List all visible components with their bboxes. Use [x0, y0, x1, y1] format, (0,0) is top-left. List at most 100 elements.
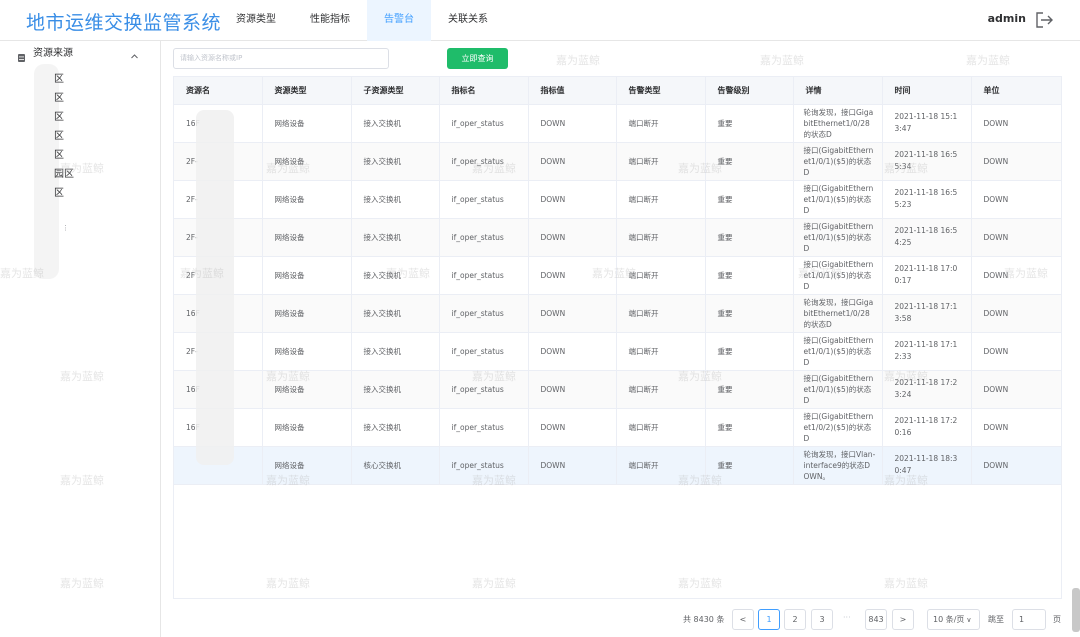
cell-detail: 接口(GigabitEthernet1/0/1)($5)的状态D	[793, 218, 883, 257]
nav-item-alarm-console[interactable]: 告警台	[367, 0, 431, 41]
table-row[interactable]: 16F 网络设备 接入交换机 if_oper_status DOWN 端口断开 重要 轮询发现…	[174, 104, 1062, 143]
cell-unit: DOWN	[971, 256, 1062, 295]
table-row[interactable]: 2F- 网络设备 接入交换机 if_oper_status DOWN 端口断开 重要 接口(G…	[174, 180, 1062, 219]
search-button[interactable]: 立即查询	[447, 48, 508, 69]
cell-sub-resource-type: 接入交换机	[351, 142, 440, 181]
cell-detail: 轮询发现，接口GigabitEthernet1/0/28的状态D	[793, 294, 883, 333]
table-row[interactable]: 16F 网络设备 接入交换机 if_oper_status DOWN 端口断开 重要 接口(G…	[174, 370, 1062, 409]
column-header: 指标名	[439, 77, 529, 105]
cell-time: 2021-11-18 16:54:25	[882, 218, 972, 257]
table-row[interactable]: 网络设备 核心交换机 if_oper_status DOWN 端口断开 重要 轮询发现，接口…	[174, 446, 1062, 485]
page-button-2[interactable]: 2	[784, 609, 806, 630]
logout-icon[interactable]	[1035, 11, 1055, 29]
cell-alarm-type: 端口断开	[616, 294, 706, 333]
cell-alarm-type: 端口断开	[616, 446, 706, 485]
cell-resource-type: 网络设备	[262, 294, 352, 333]
page-suffix: 页	[1053, 615, 1061, 624]
search-input[interactable]: 请输入资源名称或IP	[173, 48, 389, 69]
column-header: 子资源类型	[351, 77, 440, 105]
sidebar: 资源来源 区 区 区 区 区 园区 区 ⋮	[0, 41, 161, 637]
nav-item-performance[interactable]: 性能指标	[293, 0, 367, 41]
column-header: 详情	[793, 77, 883, 105]
cell-metric-value: DOWN	[528, 218, 617, 257]
user-name[interactable]: admin	[988, 12, 1026, 25]
tree-item[interactable]: 园区	[54, 165, 74, 180]
chevron-up-icon[interactable]	[130, 46, 139, 59]
cell-unit: DOWN	[971, 142, 1062, 181]
cell-resource-type: 网络设备	[262, 446, 352, 485]
nav-item-relations[interactable]: 关联关系	[431, 0, 505, 41]
pagination-ellipsis[interactable]: ···	[843, 613, 851, 622]
top-bar: 地市运维交换监管系统 资源类型 性能指标 告警台 关联关系 admin	[0, 0, 1080, 41]
table-row[interactable]: 2F- 网络设备 接入交换机 if_oper_status DOWN 端口断开 重要 接口(G…	[174, 218, 1062, 257]
cell-resource-type: 网络设备	[262, 408, 352, 447]
cell-resource-type: 网络设备	[262, 332, 352, 371]
prev-page-button[interactable]: <	[732, 609, 754, 630]
cell-metric-name: if_oper_status	[439, 256, 529, 295]
cell-metric-value: DOWN	[528, 370, 617, 409]
tree-item[interactable]: 区	[54, 108, 64, 123]
scrollbar[interactable]	[1072, 588, 1080, 632]
cell-sub-resource-type: 接入交换机	[351, 294, 440, 333]
resource-name-blur-mask	[196, 110, 234, 465]
cell-detail: 接口(GigabitEthernet1/0/1)($5)的状态D	[793, 256, 883, 295]
page-button-last[interactable]: 843	[865, 609, 887, 630]
page-size-select[interactable]: 10 条/页 ∨	[927, 609, 980, 630]
page-button-1[interactable]: 1	[758, 609, 780, 630]
tree-item[interactable]: 区	[54, 127, 64, 142]
cell-time: 2021-11-18 15:13:47	[882, 104, 972, 143]
cell-metric-value: DOWN	[528, 256, 617, 295]
table-row[interactable]: 16F 网络设备 接入交换机 if_oper_status DOWN 端口断开 重要 接口(G…	[174, 408, 1062, 447]
cell-unit: DOWN	[971, 370, 1062, 409]
cell-time: 2021-11-18 16:55:34	[882, 142, 972, 181]
watermark-text: 嘉为蓝鲸	[556, 54, 600, 67]
nav-item-resource-type[interactable]: 资源类型	[219, 0, 293, 41]
tree-item[interactable]: 区	[54, 70, 64, 85]
cell-time: 2021-11-18 17:20:16	[882, 408, 972, 447]
cell-alarm-level: 重要	[705, 142, 794, 181]
cell-time: 2021-11-18 17:13:58	[882, 294, 972, 333]
cell-sub-resource-type: 接入交换机	[351, 256, 440, 295]
column-header: 告警级别	[705, 77, 794, 105]
cell-metric-value: DOWN	[528, 446, 617, 485]
table-row[interactable]: 16F 网络设备 接入交换机 if_oper_status DOWN 端口断开 重要 轮询发现…	[174, 294, 1062, 333]
alarm-table: 资源名 资源类型 子资源类型 指标名 指标值 告警类型 告警级别 详情 时间 单…	[173, 76, 1062, 599]
table-row[interactable]: 2F- 网络设备 接入交换机 if_oper_status DOWN 端口断开 重要 接口(G…	[174, 332, 1062, 371]
cell-time: 2021-11-18 18:30:47	[882, 446, 972, 485]
jump-page-input[interactable]: 1	[1012, 609, 1046, 630]
tree-item[interactable]: 区	[54, 146, 64, 161]
next-page-button[interactable]: >	[892, 609, 914, 630]
watermark-text: 嘉为蓝鲸	[966, 54, 1010, 67]
pagination-total: 共 8430 条	[683, 615, 725, 624]
cell-metric-name: if_oper_status	[439, 446, 529, 485]
table-row[interactable]: 2F 网络设备 接入交换机 if_oper_status DOWN 端口断开 重要 接口(Gi…	[174, 256, 1062, 295]
cell-detail: 接口(GigabitEthernet1/0/2)($5)的状态D	[793, 408, 883, 447]
cell-alarm-type: 端口断开	[616, 408, 706, 447]
cell-time: 2021-11-18 16:55:23	[882, 180, 972, 219]
tree-item[interactable]: 区	[54, 89, 64, 104]
table-row[interactable]: 2F- 网络设备 接入交换机 if_oper_status DOWN 端口断开 重要 接口(G…	[174, 142, 1062, 181]
cell-metric-name: if_oper_status	[439, 218, 529, 257]
cell-alarm-type: 端口断开	[616, 180, 706, 219]
cell-unit: DOWN	[971, 218, 1062, 257]
sidebar-title: 资源来源	[33, 48, 73, 59]
cell-alarm-level: 重要	[705, 294, 794, 333]
cell-metric-name: if_oper_status	[439, 180, 529, 219]
cell-resource-type: 网络设备	[262, 142, 352, 181]
cell-sub-resource-type: 接入交换机	[351, 180, 440, 219]
cell-detail: 接口(GigabitEthernet1/0/1)($5)的状态D	[793, 180, 883, 219]
sidebar-header[interactable]: 资源来源	[0, 41, 160, 62]
cell-unit: DOWN	[971, 408, 1062, 447]
cell-sub-resource-type: 核心交换机	[351, 446, 440, 485]
cell-alarm-type: 端口断开	[616, 256, 706, 295]
watermark-text: 嘉为蓝鲸	[760, 54, 804, 67]
tree-item[interactable]: 区	[54, 184, 64, 199]
page-button-3[interactable]: 3	[811, 609, 833, 630]
table-header-row: 资源名 资源类型 子资源类型 指标名 指标值 告警类型 告警级别 详情 时间 单…	[174, 77, 1062, 105]
cell-time: 2021-11-18 17:23:24	[882, 370, 972, 409]
cell-metric-name: if_oper_status	[439, 370, 529, 409]
cell-resource-type: 网络设备	[262, 104, 352, 143]
column-header: 资源名	[174, 77, 263, 105]
cell-metric-value: DOWN	[528, 180, 617, 219]
chevron-down-icon: ∨	[966, 616, 972, 624]
